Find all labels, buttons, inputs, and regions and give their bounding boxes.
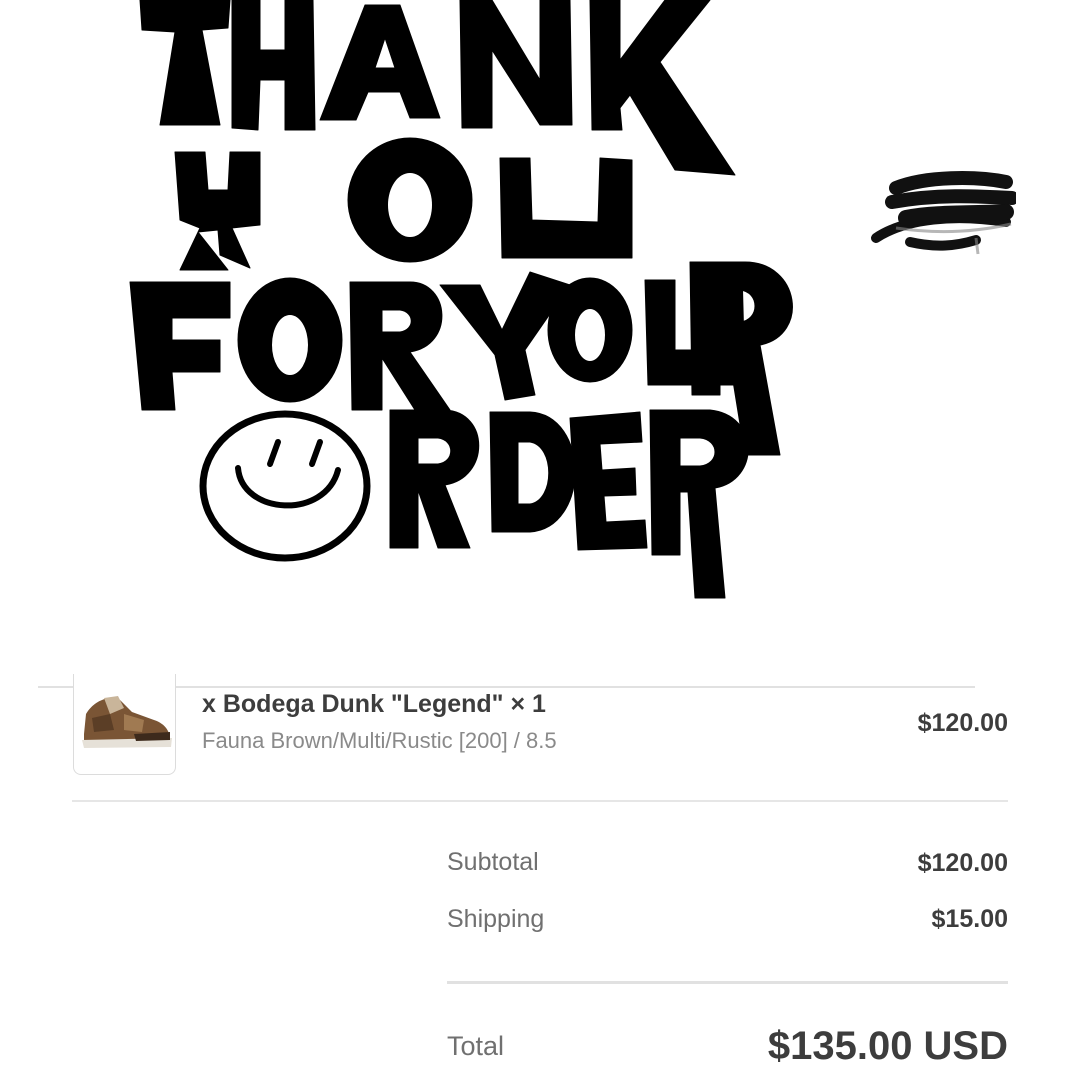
subtotal-label: Subtotal [447,848,539,876]
order-item-variant: Fauna Brown/Multi/Rustic [200] / 8.5 [202,728,557,753]
order-item-price: $120.00 [917,709,1008,737]
section-divider [38,686,975,688]
redacted-scribble-icon [866,168,1016,260]
shipping-label: Shipping [447,905,545,933]
item-divider [72,800,1008,802]
product-thumbnail [73,674,176,775]
total-value: $135.00 USD [767,1024,1008,1068]
sneaker-icon [82,696,172,748]
subtotal-value: $120.00 [917,849,1008,877]
order-item-name: x Bodega Dunk "Legend" × 1 [202,690,546,718]
total-label: Total [447,1031,505,1061]
thank-you-banner [120,0,800,615]
summary-divider [447,981,1008,984]
shipping-value: $15.00 [931,905,1008,933]
